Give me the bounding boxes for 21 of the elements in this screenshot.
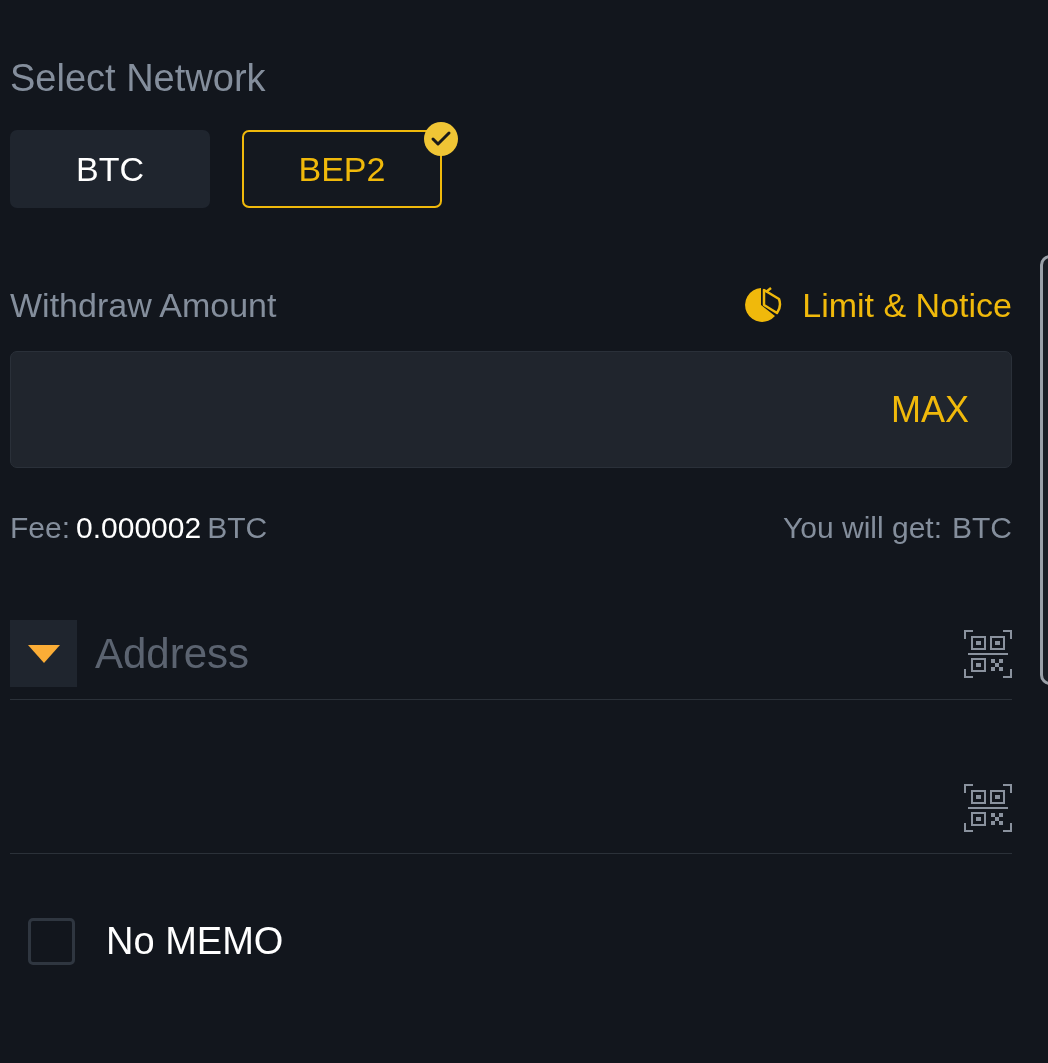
pie-chart-icon [742,286,783,324]
section-title: Select Network [10,56,266,100]
receive-label: You will get: [783,510,942,546]
fee-value: 0.000002 [76,510,202,546]
limit-notice-link[interactable]: Limit & Notice [742,285,1012,325]
max-button[interactable]: MAX [891,388,969,431]
check-badge-icon [424,122,458,156]
qr-scan-icon[interactable] [964,629,1012,678]
checkbox[interactable] [28,918,75,965]
caret-icon [27,644,60,663]
checkbox-label: No MEMO [106,920,284,963]
fee-unit: BTC [207,510,268,546]
amount-field[interactable]: MAX [10,351,1012,468]
fee-label: Fee: [10,510,71,546]
network-option[interactable]: BEP2 [242,130,442,208]
field-label: Withdraw Amount [10,285,277,325]
receive-unit: BTC [952,510,1012,546]
network-option[interactable]: BTC [10,130,210,208]
address-dropdown-button[interactable] [10,620,77,687]
address-field[interactable]: Address [95,625,964,682]
qr-scan-icon[interactable] [964,783,1012,832]
